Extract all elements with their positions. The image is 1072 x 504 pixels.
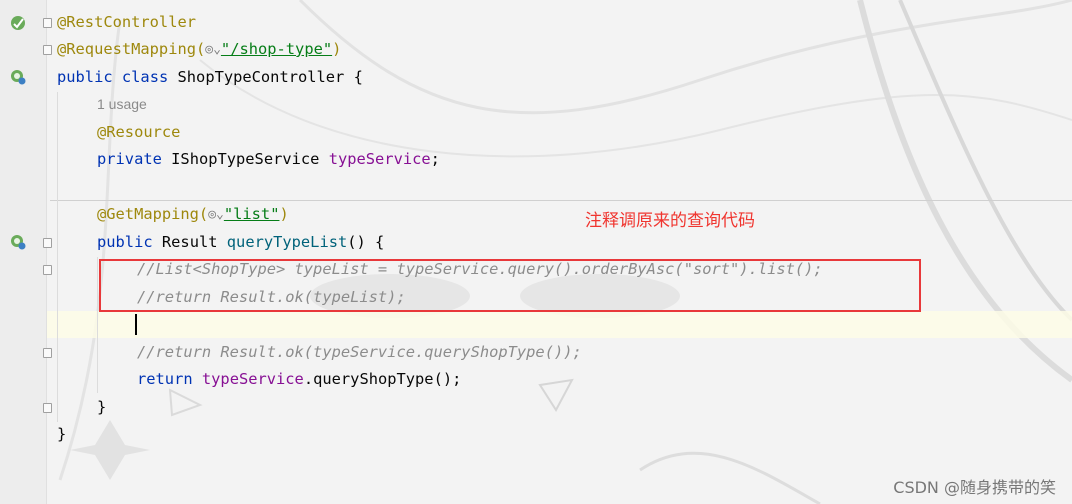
- globe-icon[interactable]: ◎⌄: [208, 201, 224, 228]
- call-tail: ();: [433, 370, 462, 388]
- watermark: CSDN @随身携带的笑: [893, 478, 1056, 497]
- code-line-close-method[interactable]: }: [97, 394, 106, 421]
- fold-marker[interactable]: [43, 45, 52, 55]
- annotation-close-paren: ): [279, 205, 289, 223]
- indent-guide-method: [97, 257, 98, 393]
- method-call: queryShopType: [313, 370, 434, 388]
- keyword-public: public: [57, 68, 113, 86]
- field-type: IShopTypeService: [171, 150, 320, 168]
- class-name: ShopTypeController {: [177, 68, 363, 86]
- keyword-return: return: [137, 370, 193, 388]
- annotation-close-paren: ): [332, 40, 342, 58]
- keyword-public: public: [97, 233, 153, 251]
- code-line-field[interactable]: private IShopTypeService typeService;: [97, 146, 440, 173]
- text-caret: [135, 314, 137, 335]
- code-line-usage-hint[interactable]: 1 usage: [97, 91, 147, 118]
- code-line-request-mapping[interactable]: @RequestMapping(◎⌄"/shop-type"): [57, 36, 341, 63]
- annotation-rest-controller: @RestController: [57, 13, 196, 31]
- spring-endpoint-icon[interactable]: [9, 68, 27, 86]
- annotation-get-mapping: @GetMapping(: [97, 205, 209, 223]
- keyword-class: class: [121, 68, 169, 86]
- code-line-get-mapping[interactable]: @GetMapping(◎⌄"list"): [97, 201, 289, 228]
- annotation-note: 注释调原来的查询代码: [585, 211, 755, 231]
- indent-guide-class: [57, 92, 58, 422]
- current-line-highlight: [47, 311, 1072, 338]
- keyword-private: private: [97, 150, 162, 168]
- method-name: queryTypeList: [226, 233, 348, 251]
- dot: .: [303, 370, 314, 388]
- code-line-rest-controller[interactable]: @RestController: [57, 9, 196, 36]
- fold-marker[interactable]: [43, 403, 52, 413]
- request-mapping-path[interactable]: "/shop-type": [221, 40, 332, 58]
- gutter-divider: [46, 0, 47, 504]
- method-params: () {: [347, 233, 385, 251]
- spring-endpoint-icon[interactable]: [9, 233, 27, 251]
- annotation-resource: @Resource: [97, 123, 181, 141]
- field-name: typeService: [328, 150, 431, 168]
- code-line-return[interactable]: return typeService.queryShopType();: [137, 366, 461, 393]
- comment-line: //return Result.ok(typeService.queryShop…: [137, 343, 582, 361]
- fold-marker[interactable]: [43, 238, 52, 248]
- globe-icon[interactable]: ◎⌄: [205, 36, 221, 63]
- usage-hint[interactable]: 1 usage: [97, 96, 147, 112]
- spring-bean-icon[interactable]: [9, 14, 27, 32]
- close-brace: }: [97, 398, 107, 416]
- close-brace: }: [57, 425, 67, 443]
- fold-marker[interactable]: [43, 18, 52, 28]
- fold-marker[interactable]: [43, 348, 52, 358]
- return-type: Result: [161, 233, 218, 251]
- code-line-resource[interactable]: @Resource: [97, 119, 180, 146]
- semicolon: ;: [430, 150, 440, 168]
- code-line-class-declaration[interactable]: public class ShopTypeController {: [57, 64, 363, 91]
- fold-marker[interactable]: [43, 265, 52, 275]
- annotation-request-mapping: @RequestMapping(: [57, 40, 206, 58]
- code-line-close-class[interactable]: }: [57, 421, 66, 448]
- get-mapping-path[interactable]: "list": [224, 205, 280, 223]
- highlight-box: [99, 259, 921, 312]
- code-line-method-declaration[interactable]: public Result queryTypeList() {: [97, 229, 384, 256]
- code-line-comment-3[interactable]: //return Result.ok(typeService.queryShop…: [137, 339, 582, 366]
- return-target: typeService: [201, 370, 304, 388]
